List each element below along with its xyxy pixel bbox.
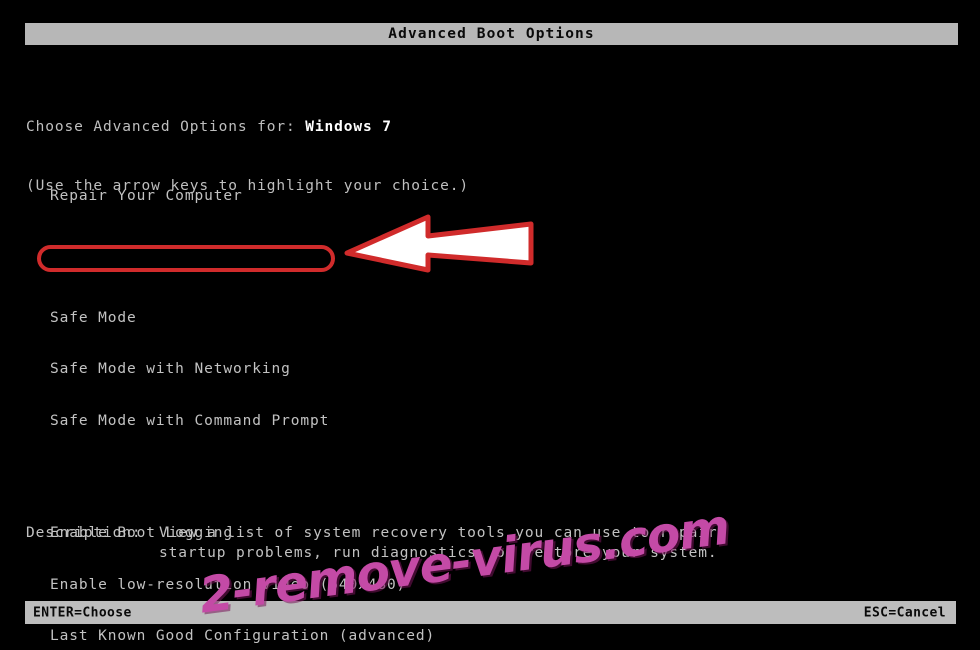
left-arrow-annotation <box>344 211 534 273</box>
status-esc-cancel[interactable]: ESC=Cancel <box>864 605 946 620</box>
description-text: View a list of system recovery tools you… <box>159 524 718 563</box>
menu-item-safe-mode-with-command-prompt[interactable]: Safe Mode with Command Prompt <box>50 412 464 432</box>
header-line-os: Choose Advanced Options for: Windows 7 <box>26 118 469 138</box>
header-prefix: Choose Advanced Options for: <box>26 119 306 135</box>
description-line-1: View a list of system recovery tools you… <box>159 525 718 541</box>
description-block: Description: View a list of system recov… <box>26 524 717 602</box>
window-title: Advanced Boot Options <box>388 26 595 42</box>
description-line-2: startup problems, run diagnostics, or re… <box>159 544 718 561</box>
menu-item-safe-mode-with-networking[interactable]: Safe Mode with Networking <box>50 360 464 380</box>
status-bar: ENTER=Choose ESC=Cancel <box>25 601 956 624</box>
header-os-name: Windows 7 <box>305 119 392 135</box>
menu-item-repair-your-computer[interactable]: Repair Your Computer <box>50 187 464 207</box>
advanced-boot-options-screen: Advanced Boot Options Choose Advanced Op… <box>0 0 980 650</box>
menu-spacer <box>50 463 464 492</box>
status-enter-choose[interactable]: ENTER=Choose <box>33 605 132 620</box>
left-arrow-icon <box>344 214 534 273</box>
menu-item-last-known-good-configuration[interactable]: Last Known Good Configuration (advanced) <box>50 627 464 647</box>
description-label: Description: <box>26 525 142 541</box>
menu-item-enable-low-resolution-video[interactable]: Enable low-resolution video (640x480) <box>50 576 464 596</box>
window-title-bar: Advanced Boot Options <box>25 23 958 45</box>
menu-item-safe-mode[interactable]: Safe Mode <box>50 309 464 329</box>
